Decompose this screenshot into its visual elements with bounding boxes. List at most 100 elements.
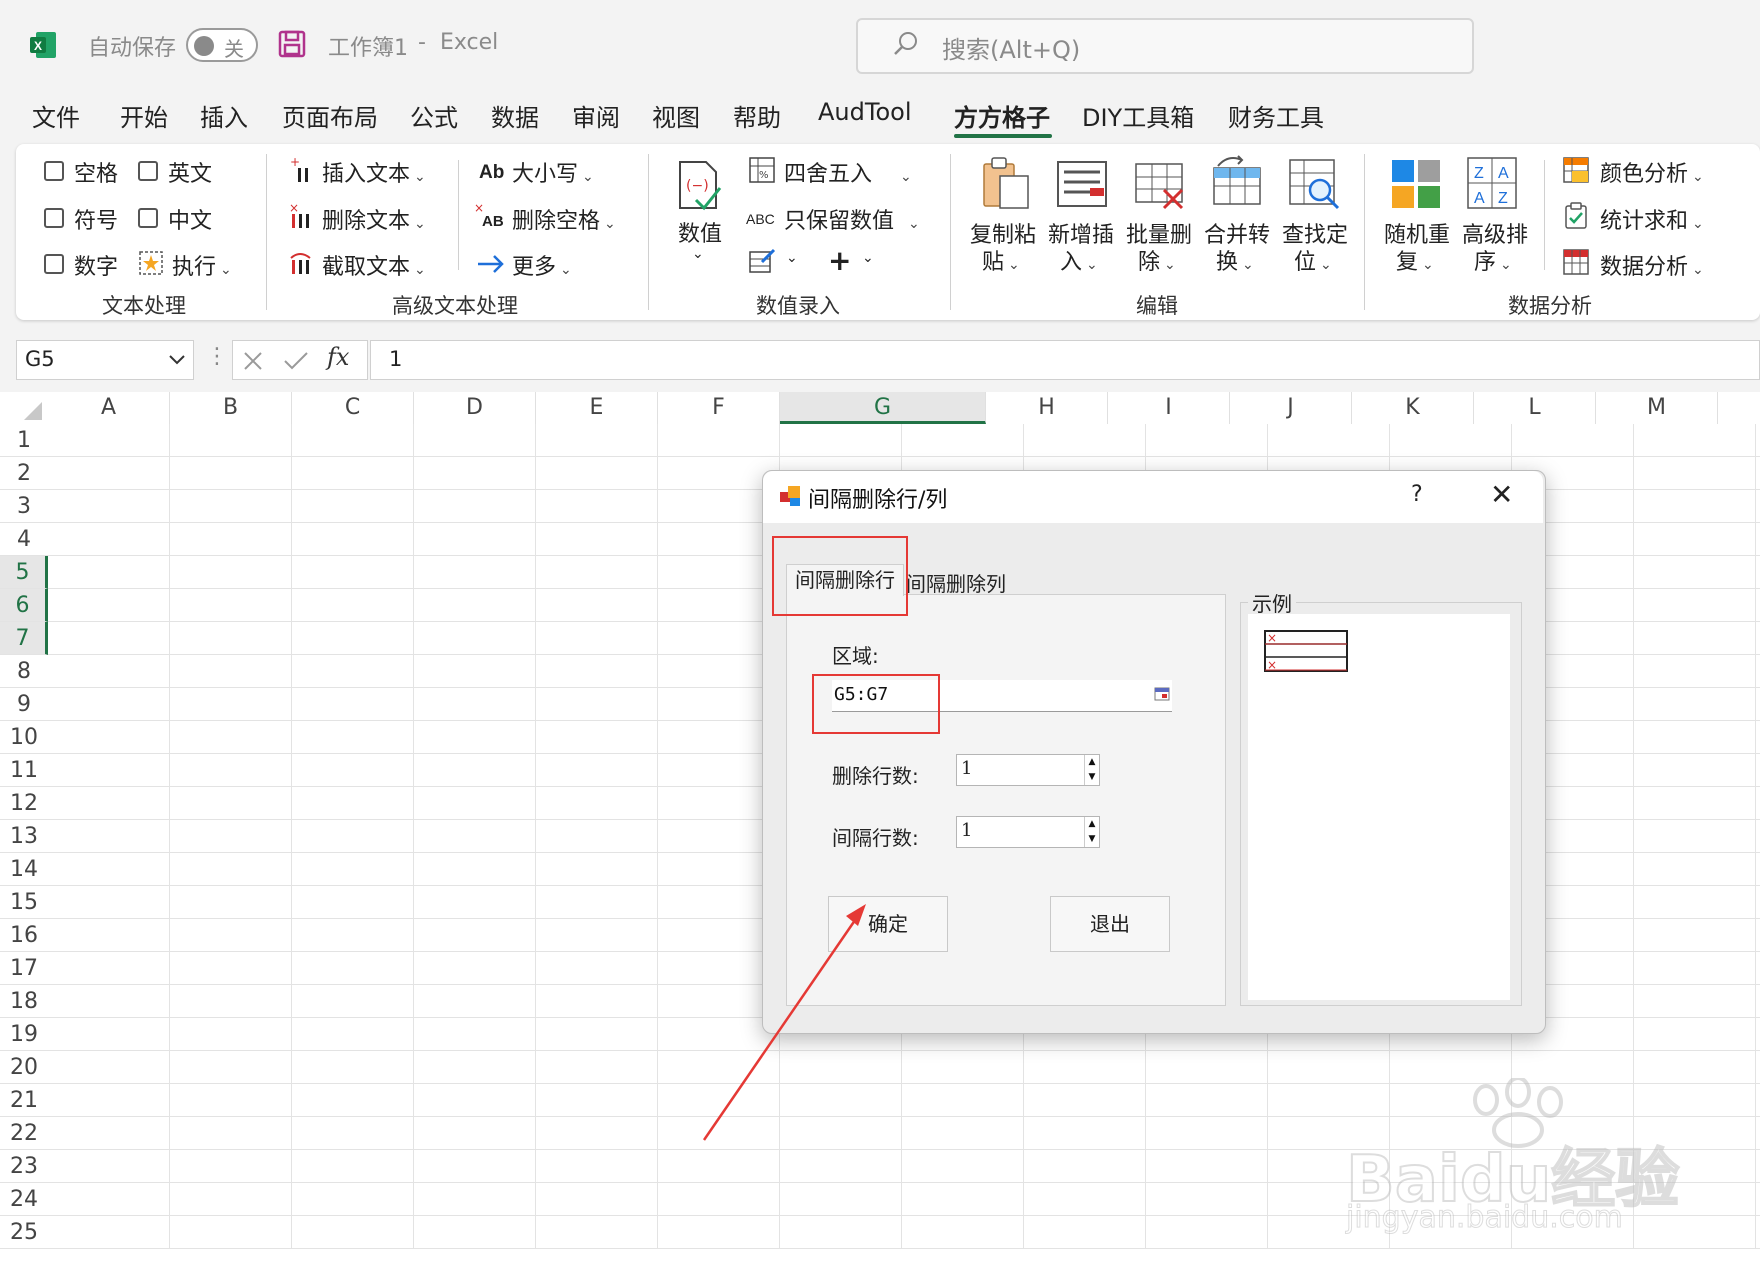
checkbox-space[interactable] (44, 161, 64, 181)
formula-input[interactable]: 1 (370, 340, 1760, 380)
column-header[interactable]: G (780, 392, 986, 424)
case-button[interactable]: 大小写 ⌄ (512, 156, 594, 188)
value-button[interactable]: 数值 (678, 216, 722, 248)
menu-page-layout[interactable]: 页面布局 (282, 98, 378, 133)
edit-form-chevron-icon[interactable]: ⌄ (786, 250, 798, 266)
menu-home[interactable]: 开始 (120, 98, 168, 133)
menu-file[interactable]: 文件 (32, 98, 80, 133)
row-header[interactable]: 11 (0, 754, 48, 787)
save-icon[interactable] (278, 30, 306, 58)
autosave-toggle[interactable]: 关 (186, 28, 258, 62)
checkbox-chinese[interactable] (138, 208, 158, 228)
menu-audtool[interactable]: AudTool (818, 98, 911, 126)
merge-convert-label-2[interactable]: 换 ⌄ (1216, 244, 1254, 276)
column-header[interactable]: K (1352, 392, 1474, 424)
column-header[interactable]: I (1108, 392, 1230, 424)
column-header[interactable]: E (536, 392, 658, 424)
exit-button[interactable]: 退出 (1050, 896, 1170, 952)
close-icon[interactable]: ✕ (1490, 478, 1513, 511)
insert-text-button[interactable]: 插入文本 ⌄ (322, 156, 426, 188)
row-header[interactable]: 15 (0, 886, 48, 919)
advanced-sort-label-2[interactable]: 序 ⌄ (1474, 244, 1512, 276)
row-header[interactable]: 20 (0, 1051, 48, 1084)
menu-insert[interactable]: 插入 (200, 98, 248, 133)
select-all-corner[interactable] (0, 392, 48, 424)
more-options-icon[interactable]: ⋮ (206, 344, 228, 369)
column-header[interactable]: F (658, 392, 780, 424)
interval-rows-stepper[interactable]: 1 ▲ ▼ (956, 816, 1100, 848)
help-button[interactable]: ? (1411, 482, 1423, 507)
checkbox-symbol[interactable] (44, 208, 64, 228)
keep-numbers-button[interactable]: 只保留数值 ⌄ (784, 203, 920, 235)
random-repeat-label-2[interactable]: 复 ⌄ (1396, 244, 1434, 276)
more-button[interactable]: 更多 ⌄ (512, 249, 572, 281)
menu-formulas[interactable]: 公式 (410, 98, 458, 133)
row-header[interactable]: 1 (0, 424, 48, 457)
row-header[interactable]: 12 (0, 787, 48, 820)
column-header[interactable]: D (414, 392, 536, 424)
edit-form-icon[interactable] (748, 246, 776, 274)
menu-view[interactable]: 视图 (652, 98, 700, 133)
row-header[interactable]: 2 (0, 457, 48, 490)
checkbox-english[interactable] (138, 161, 158, 181)
extract-text-button[interactable]: 截取文本 ⌄ (322, 249, 426, 281)
row-header[interactable]: 19 (0, 1018, 48, 1051)
row-header[interactable]: 10 (0, 721, 48, 754)
copy-paste-label-2[interactable]: 贴 ⌄ (982, 244, 1020, 276)
round-button[interactable]: 四舍五入 ⌄ (784, 156, 912, 188)
row-header[interactable]: 25 (0, 1216, 48, 1249)
stepper-arrows-icon[interactable]: ▲ ▼ (1084, 755, 1099, 785)
row-header[interactable]: 22 (0, 1117, 48, 1150)
plus-chevron-icon[interactable]: ⌄ (862, 250, 874, 266)
row-header[interactable]: 9 (0, 688, 48, 721)
row-header[interactable]: 18 (0, 985, 48, 1018)
name-box[interactable]: G5 (16, 340, 194, 380)
range-picker-icon[interactable] (1154, 686, 1170, 701)
search-box[interactable]: 搜索(Alt+Q) (856, 18, 1474, 74)
column-header[interactable]: H (986, 392, 1108, 424)
row-header[interactable]: 5 (0, 556, 48, 589)
row-header[interactable]: 6 (0, 589, 48, 622)
row-header[interactable]: 17 (0, 952, 48, 985)
chevron-down-icon[interactable] (167, 349, 187, 369)
insert-function-icon[interactable]: fx (327, 343, 349, 371)
row-header[interactable]: 16 (0, 919, 48, 952)
row-header[interactable]: 24 (0, 1183, 48, 1216)
row-header[interactable]: 21 (0, 1084, 48, 1117)
new-insert-label-2[interactable]: 入 ⌄ (1060, 244, 1098, 276)
row-header[interactable]: 8 (0, 655, 48, 688)
menu-fangfanggezi[interactable]: 方方格子 (954, 98, 1050, 133)
column-header[interactable]: M (1596, 392, 1718, 424)
data-analysis-button[interactable]: 数据分析 ⌄ (1600, 249, 1704, 281)
execute-button[interactable]: 执行 ⌄ (172, 249, 232, 281)
checkbox-number[interactable] (44, 254, 64, 274)
menu-diy-toolbox[interactable]: DIY工具箱 (1082, 98, 1194, 133)
row-header[interactable]: 14 (0, 853, 48, 886)
stepper-arrows-icon[interactable]: ▲ ▼ (1084, 817, 1099, 847)
delete-text-button[interactable]: 删除文本 ⌄ (322, 203, 426, 235)
column-header[interactable]: J (1230, 392, 1352, 424)
delete-rows-stepper[interactable]: 1 ▲ ▼ (956, 754, 1100, 786)
row-header[interactable]: 7 (0, 622, 48, 655)
menu-review[interactable]: 审阅 (572, 98, 620, 133)
stats-sum-button[interactable]: 统计求和 ⌄ (1600, 203, 1704, 235)
color-analysis-button[interactable]: 颜色分析 ⌄ (1600, 156, 1704, 188)
menu-data[interactable]: 数据 (491, 98, 539, 133)
value-chevron-icon[interactable]: ⌄ (692, 246, 704, 262)
delete-spaces-button[interactable]: 删除空格 ⌄ (512, 203, 616, 235)
row-header[interactable]: 23 (0, 1150, 48, 1183)
tab-interval-delete-columns[interactable]: 间隔删除列 (906, 568, 1006, 597)
column-header[interactable]: L (1474, 392, 1596, 424)
column-header[interactable]: A (48, 392, 170, 424)
cancel-icon[interactable] (241, 349, 265, 373)
row-header[interactable]: 3 (0, 490, 48, 523)
batch-delete-label-2[interactable]: 除 ⌄ (1138, 244, 1176, 276)
row-header[interactable]: 13 (0, 820, 48, 853)
find-locate-label-2[interactable]: 位 ⌄ (1294, 244, 1332, 276)
row-header[interactable]: 4 (0, 523, 48, 556)
menu-finance-tools[interactable]: 财务工具 (1228, 98, 1324, 133)
plus-icon[interactable]: + (828, 244, 851, 277)
menu-help[interactable]: 帮助 (733, 98, 781, 133)
confirm-icon[interactable] (283, 349, 309, 373)
column-header[interactable]: C (292, 392, 414, 424)
